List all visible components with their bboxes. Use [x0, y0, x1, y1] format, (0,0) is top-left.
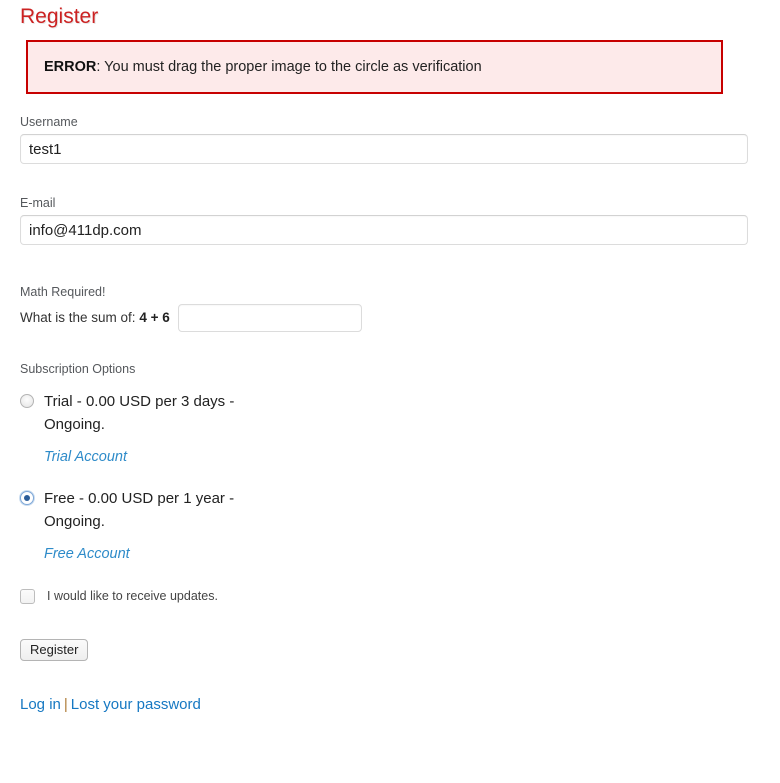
radio-free[interactable] [20, 491, 34, 505]
subscription-option-trial[interactable]: Trial - 0.00 USD per 3 days - Ongoing. T… [20, 390, 320, 466]
username-input[interactable] [20, 134, 748, 164]
subscription-option-free-label: Free - 0.00 USD per 1 year - Ongoing. [44, 490, 235, 530]
error-message: You must drag the proper image to the ci… [104, 59, 482, 75]
error-label: ERROR [44, 59, 97, 75]
error-message-text: ERROR: You must drag the proper image to… [28, 58, 482, 76]
subscription-options-heading: Subscription Options [20, 362, 136, 376]
subscription-option-trial-row[interactable]: Trial - 0.00 USD per 3 days - Ongoing. [20, 390, 320, 436]
math-question-text: What is the sum of: 4 + 6 [20, 310, 170, 326]
footer-separator: | [63, 696, 68, 713]
math-answer-input[interactable] [177, 304, 362, 332]
subscription-option-free[interactable]: Free - 0.00 USD per 1 year - Ongoing. Fr… [20, 487, 320, 563]
email-input[interactable] [20, 215, 748, 245]
subscription-option-free-row[interactable]: Free - 0.00 USD per 1 year - Ongoing. [20, 487, 320, 533]
receive-updates-checkbox[interactable] [20, 588, 35, 604]
math-question-prefix: What is the sum of: [20, 310, 136, 325]
error-separator: : [96, 59, 105, 75]
footer-links: Log in | Lost your password [20, 695, 201, 715]
page-title: Register [20, 5, 99, 28]
trial-account-link[interactable]: Trial Account [44, 448, 320, 466]
receive-updates-row[interactable]: I would like to receive updates. [20, 588, 218, 604]
math-sum-value: 4 + 6 [139, 310, 170, 325]
register-page: Register ERROR: You must drag the proper… [0, 0, 780, 783]
subscription-option-trial-label: Trial - 0.00 USD per 3 days - Ongoing. [44, 393, 235, 433]
lost-password-link[interactable]: Lost your password [71, 696, 201, 713]
error-banner: ERROR: You must drag the proper image to… [26, 40, 723, 94]
email-label: E-mail [20, 196, 56, 210]
username-label: Username [20, 115, 78, 129]
free-account-link[interactable]: Free Account [44, 545, 320, 563]
math-required-heading: Math Required! [20, 285, 106, 299]
register-button[interactable]: Register [20, 639, 89, 661]
math-question-row: What is the sum of: 4 + 6 [20, 303, 362, 333]
login-link[interactable]: Log in [20, 696, 61, 713]
receive-updates-label: I would like to receive updates. [47, 589, 218, 603]
radio-trial[interactable] [20, 394, 34, 408]
